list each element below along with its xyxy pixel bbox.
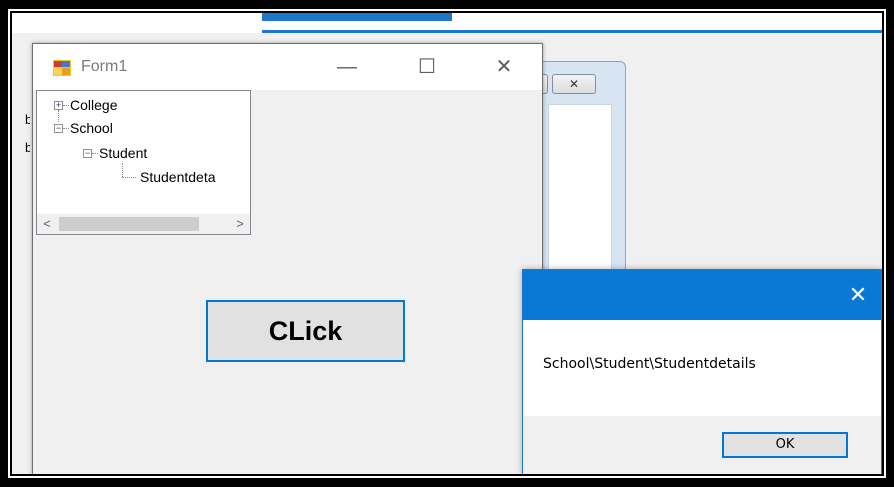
tree-node-student[interactable]: Student xyxy=(99,144,147,162)
tree-node-studentdetails[interactable]: Studentdeta xyxy=(140,168,216,186)
desktop: ✕ Form1 — ☐ ✕ b b + College − School − S… xyxy=(12,13,882,474)
message-text: School\Student\Studentdetails xyxy=(543,356,756,372)
tree-line xyxy=(63,128,69,129)
tree-line xyxy=(92,153,98,154)
minimize-button[interactable]: — xyxy=(325,52,369,82)
close-icon: ✕ xyxy=(495,56,513,78)
message-box-footer: OK xyxy=(523,416,881,474)
app-icon xyxy=(53,60,71,76)
message-box: ✕ School\Student\Studentdetails OK xyxy=(522,269,882,474)
scroll-left-icon[interactable]: < xyxy=(37,214,57,234)
tree-line xyxy=(122,177,136,178)
click-button[interactable]: CLick xyxy=(206,300,405,362)
form1-titlebar[interactable]: Form1 — ☐ ✕ xyxy=(33,44,542,90)
tree-line xyxy=(122,163,123,177)
message-box-close-button[interactable]: ✕ xyxy=(843,280,873,310)
tree-line xyxy=(58,110,59,122)
window-title: Form1 xyxy=(81,58,128,75)
scroll-right-icon[interactable]: > xyxy=(230,214,250,234)
collapse-icon[interactable]: − xyxy=(83,149,92,158)
maximize-icon: ☐ xyxy=(418,56,436,78)
top-window-accent xyxy=(262,13,452,21)
tree-node-college[interactable]: College xyxy=(70,96,117,114)
background-window-close-button[interactable]: ✕ xyxy=(552,74,596,94)
close-button[interactable]: ✕ xyxy=(482,52,526,82)
close-icon: ✕ xyxy=(848,282,868,307)
form1-window: Form1 — ☐ ✕ b b + College − School − Stu… xyxy=(25,43,543,474)
clipped-label: b xyxy=(25,112,30,127)
maximize-button[interactable]: ☐ xyxy=(405,52,449,82)
message-box-titlebar[interactable]: ✕ xyxy=(523,270,881,320)
horizontal-scrollbar[interactable]: < > xyxy=(37,214,250,234)
tree-node-school[interactable]: School xyxy=(70,119,113,137)
collapse-icon[interactable]: − xyxy=(54,124,63,133)
scrollbar-thumb[interactable] xyxy=(59,217,199,231)
ok-button[interactable]: OK xyxy=(722,432,848,458)
minimize-icon: — xyxy=(337,56,357,78)
clipped-label: b xyxy=(25,140,30,155)
expand-icon[interactable]: + xyxy=(54,101,63,110)
tree-view[interactable]: + College − School − Student Studentdeta… xyxy=(36,90,251,235)
close-icon: ✕ xyxy=(568,77,580,91)
tree-line xyxy=(63,105,69,106)
